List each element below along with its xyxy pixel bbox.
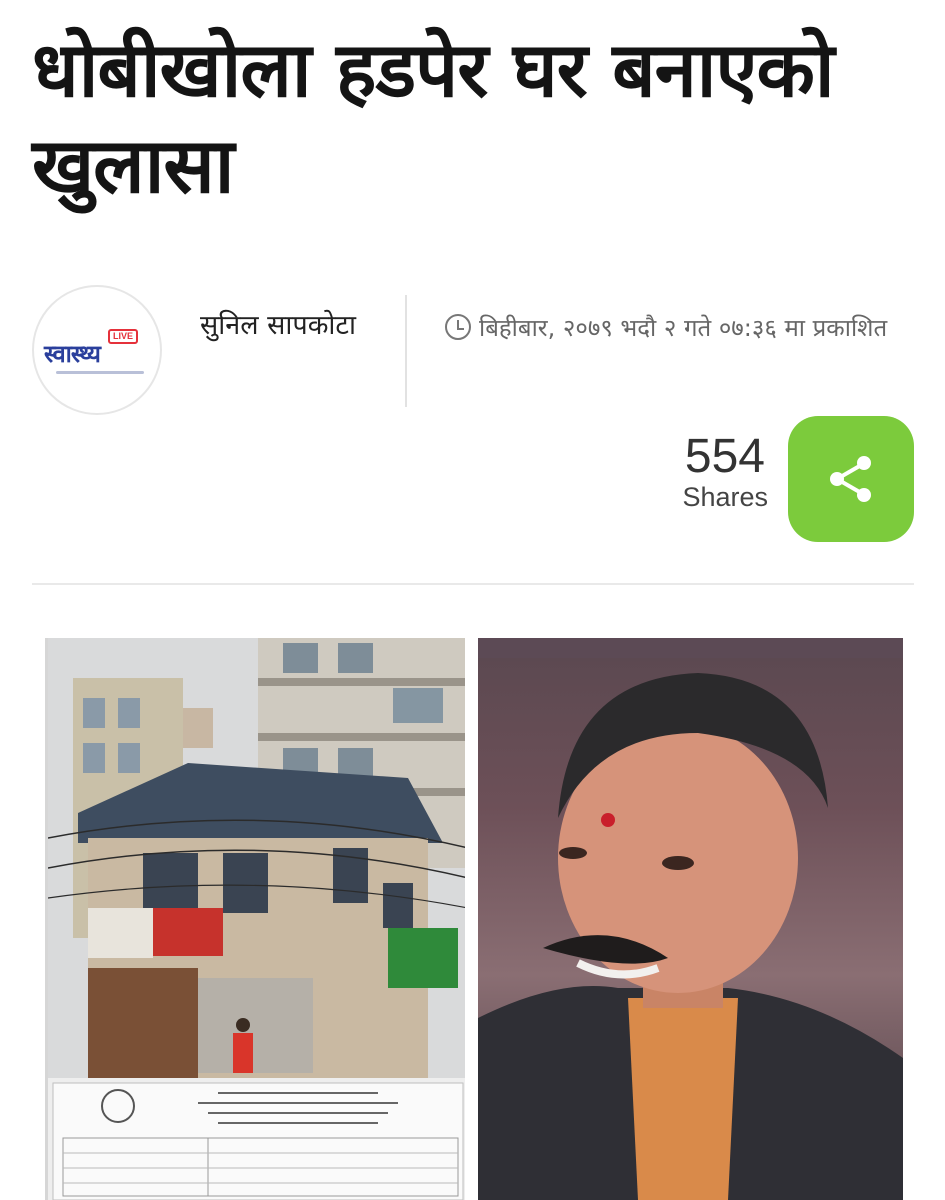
content-divider [32,583,914,585]
publisher-logo[interactable]: LIVE स्वास्थ्य [32,285,162,415]
author-name[interactable]: सुनिल सापकोटा [200,305,380,347]
share-button[interactable] [788,416,914,542]
logo-tagline-bar [56,371,144,374]
shares-count: 554 [684,430,765,483]
clock-icon [445,314,471,340]
meta-divider [405,295,407,407]
article-headline: धोबीखोला हडपेर घर बनाएको खुलासा [32,25,835,210]
publish-date-text: बिहीबार, २०७९ भदौ २ गते ०७:३६ मा प्रकाशि… [479,314,888,342]
person-photo [478,638,903,1200]
logo-brand-text: स्वास्थ्य [44,340,101,368]
share-icon [830,456,871,502]
shares-label: Shares [682,482,768,512]
building-photo [45,638,465,1200]
publish-date: बिहीबार, २०७९ भदौ २ गते ०७:३६ मा प्रकाशि… [445,308,915,348]
